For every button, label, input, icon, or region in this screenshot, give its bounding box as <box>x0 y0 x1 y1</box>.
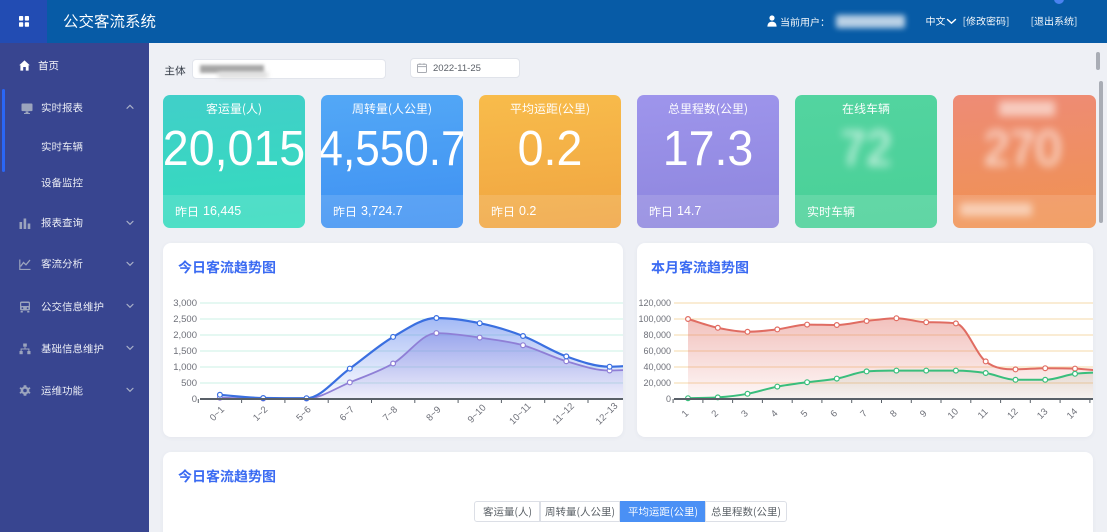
svg-text:60,000: 60,000 <box>643 346 671 356</box>
svg-text:13: 13 <box>1035 406 1050 421</box>
svg-text:1~2: 1~2 <box>251 404 270 423</box>
svg-text:100,000: 100,000 <box>638 314 671 324</box>
svg-text:1,500: 1,500 <box>173 346 197 357</box>
svg-text:9~10: 9~10 <box>466 403 489 426</box>
svg-text:11: 11 <box>976 407 991 422</box>
svg-text:6: 6 <box>829 408 841 420</box>
svg-text:12~13: 12~13 <box>594 401 621 428</box>
svg-text:2: 2 <box>710 408 722 420</box>
svg-text:6~7: 6~7 <box>338 404 357 423</box>
svg-text:12: 12 <box>1005 406 1020 421</box>
svg-text:120,000: 120,000 <box>638 298 671 308</box>
svg-text:10: 10 <box>946 406 961 421</box>
svg-text:40,000: 40,000 <box>643 362 671 372</box>
svg-text:14: 14 <box>1065 406 1080 421</box>
svg-text:0: 0 <box>666 394 671 404</box>
svg-text:4: 4 <box>769 408 781 420</box>
svg-text:2,500: 2,500 <box>173 314 197 325</box>
svg-text:10~11: 10~11 <box>507 401 533 427</box>
svg-text:8: 8 <box>888 408 900 420</box>
svg-text:0: 0 <box>192 394 197 405</box>
svg-text:2,000: 2,000 <box>173 330 197 341</box>
svg-text:5~6: 5~6 <box>294 404 313 423</box>
svg-text:80,000: 80,000 <box>643 330 671 340</box>
svg-text:20,000: 20,000 <box>643 378 671 388</box>
svg-text:1: 1 <box>680 408 692 420</box>
svg-text:8~9: 8~9 <box>424 404 443 423</box>
svg-text:7: 7 <box>858 408 870 420</box>
svg-text:9: 9 <box>918 408 930 420</box>
svg-text:11~12: 11~12 <box>551 401 577 427</box>
svg-text:1,000: 1,000 <box>173 362 197 373</box>
svg-text:5: 5 <box>799 408 811 420</box>
svg-text:0~1: 0~1 <box>208 404 227 423</box>
svg-text:3: 3 <box>739 408 751 420</box>
svg-text:500: 500 <box>181 378 197 389</box>
svg-text:3,000: 3,000 <box>173 298 197 309</box>
svg-text:7~8: 7~8 <box>381 404 400 423</box>
